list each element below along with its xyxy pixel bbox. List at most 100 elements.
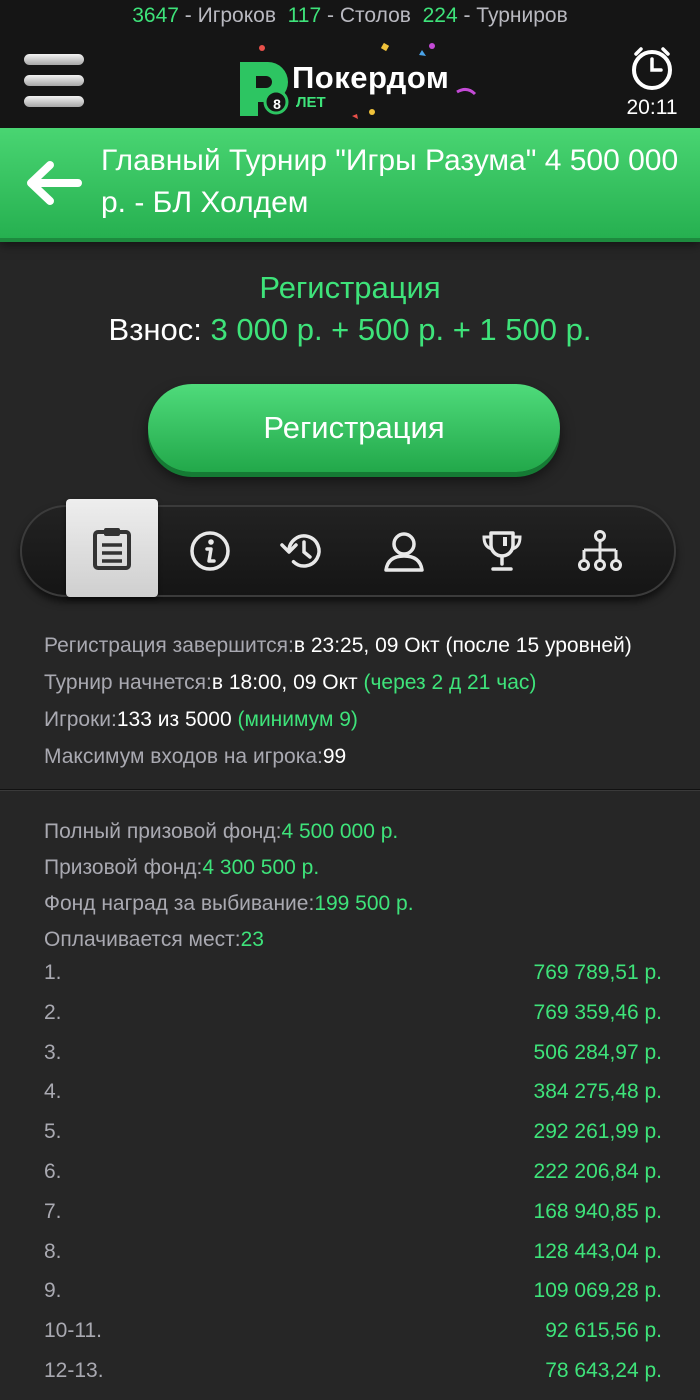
place-amount: 769 359,46 р.: [533, 1000, 662, 1024]
info-row-max-entries: Максимум входов на игрока:99: [44, 738, 684, 775]
info-icon: [190, 531, 230, 571]
players-label: - Игроков: [184, 4, 276, 27]
tab-bracket[interactable]: [554, 507, 646, 595]
tournament-title: Главный Турнир "Игры Разума" 4 500 000 р…: [101, 144, 679, 219]
list-item: 6. 222 206,84 р.: [44, 1156, 662, 1196]
place-position: 3.: [44, 1040, 62, 1064]
start-label: Турнир начнется:: [44, 671, 212, 694]
place-amount: 292 261,99 р.: [533, 1120, 662, 1144]
menu-icon: [24, 54, 84, 65]
app-header: Покердом 8 ЛЕТ 20:11: [0, 34, 700, 128]
place-position: 12-13.: [44, 1358, 104, 1382]
history-icon: [280, 534, 321, 568]
info-row-reg-ends: Регистрация завершится:в 23:25, 09 Окт (…: [44, 627, 684, 664]
bounty-label: Фонд наград за выбивание:: [44, 892, 315, 915]
tables-count: 117: [287, 4, 322, 27]
max-entries-value: 99: [322, 745, 347, 768]
prize-info: Полный призовой фонд:4 500 000 р. Призов…: [44, 814, 684, 958]
place-amount: 506 284,97 р.: [533, 1040, 662, 1064]
clipboard-icon: [93, 528, 131, 570]
info-row-start: Турнир начнется:в 18:00, 09 Окт (через 2…: [44, 664, 684, 701]
start-countdown: (через 2 д 21 час): [363, 671, 537, 694]
clock-time: 20:11: [626, 96, 678, 119]
list-item: 2. 769 359,46 р.: [44, 997, 662, 1037]
logo-years: ЛЕТ: [296, 94, 326, 111]
place-position: 1.: [44, 961, 62, 984]
list-item: 12-13. 78 643,24 р.: [44, 1355, 662, 1395]
logo-badge: 8: [273, 96, 281, 112]
prize-row-full: Полный призовой фонд:4 500 000 р.: [44, 814, 684, 850]
tournaments-label: - Турниров: [463, 4, 568, 27]
place-amount: 384 275,48 р.: [533, 1080, 662, 1104]
place-position: 10-11.: [44, 1319, 102, 1343]
players-count: 3647: [132, 4, 179, 27]
pool-label: Призовой фонд:: [44, 856, 203, 879]
paid-value: 23: [240, 928, 264, 951]
prize-row-pool: Призовой фонд:4 300 500 р.: [44, 850, 684, 886]
pool-value: 4 300 500 р.: [202, 856, 320, 879]
list-item: 1. 769 789,51 р.: [44, 957, 662, 997]
place-amount: 769 789,51 р.: [533, 961, 662, 984]
place-position: 2.: [44, 1000, 62, 1024]
buyin-line: Взнос: 3 000 р. + 500 р. + 1 500 р.: [0, 312, 700, 348]
tab-details[interactable]: [66, 499, 158, 597]
buyin-label: Взнос:: [108, 312, 202, 347]
tab-info[interactable]: [164, 507, 256, 595]
reg-ends-value: в 23:25, 09 Окт (после 15 уровней): [293, 634, 632, 657]
list-item: 10-11. 92 615,56 р.: [44, 1315, 662, 1355]
menu-icon-bar: [24, 96, 84, 107]
tournaments-count: 224: [422, 4, 458, 27]
menu-icon-bar: [24, 75, 84, 86]
paid-label: Оплачивается мест:: [44, 928, 241, 951]
tournament-title-bar: Главный Турнир "Игры Разума" 4 500 000 р…: [0, 128, 700, 238]
pokerdom-logo: Покердом 8 ЛЕТ: [232, 40, 482, 122]
place-amount: 92 615,56 р.: [545, 1319, 662, 1343]
place-position: 4.: [44, 1080, 62, 1104]
players-value: 133 из 5000: [116, 708, 232, 731]
clock: 20:11: [622, 44, 682, 124]
prize-row-bounty: Фонд наград за выбивание:199 500 р.: [44, 886, 684, 922]
menu-button[interactable]: [24, 52, 84, 108]
place-position: 9.: [44, 1279, 62, 1303]
list-item: 3. 506 284,97 р.: [44, 1037, 662, 1077]
place-amount: 168 940,85 р.: [533, 1199, 662, 1223]
arrow-left-icon: [27, 161, 82, 205]
max-entries-label: Максимум входов на игрока:: [44, 745, 323, 768]
place-position: 7.: [44, 1199, 62, 1223]
tab-prizes[interactable]: [456, 507, 548, 595]
register-button[interactable]: Регистрация: [148, 384, 560, 472]
full-pool-label: Полный призовой фонд:: [44, 820, 282, 843]
reg-ends-label: Регистрация завершится:: [44, 634, 294, 657]
player-icon: [384, 532, 424, 572]
trophy-icon: [482, 531, 522, 571]
tournament-tabs: [20, 499, 676, 597]
place-amount: 78 643,24 р.: [545, 1358, 662, 1382]
players-min: (минимум 9): [237, 708, 358, 731]
list-item: 4. 384 275,48 р.: [44, 1076, 662, 1116]
tab-players[interactable]: [358, 507, 450, 595]
info-row-players: Игроки:133 из 5000 (минимум 9): [44, 701, 684, 738]
full-pool-value: 4 500 000 р.: [281, 820, 399, 843]
back-button[interactable]: [22, 156, 84, 210]
place-amount: 128 443,04 р.: [533, 1239, 662, 1263]
tab-history[interactable]: [256, 507, 348, 595]
section-divider: [0, 789, 700, 791]
tables-label: - Столов: [327, 4, 411, 27]
players-label: Игроки:: [44, 708, 117, 731]
start-value: в 18:00, 09 Окт: [211, 671, 358, 694]
place-position: 5.: [44, 1120, 62, 1144]
payout-list: 1. 769 789,51 р. 2. 769 359,46 р. 3. 506 28…: [44, 957, 662, 1395]
logo-text: Покердом: [292, 60, 450, 95]
list-item: 8. 128 443,04 р.: [44, 1236, 662, 1276]
place-position: 8.: [44, 1239, 62, 1263]
clock-icon: [632, 47, 672, 90]
registration-status: Регистрация: [259, 270, 441, 305]
list-item: 7. 168 940,85 р.: [44, 1196, 662, 1236]
bracket-icon: [578, 530, 622, 571]
buyin-value: 3 000 р. + 500 р. + 1 500 р.: [210, 312, 592, 347]
place-position: 6.: [44, 1159, 62, 1183]
bounty-value: 199 500 р.: [314, 892, 414, 915]
place-amount: 109 069,28 р.: [533, 1279, 662, 1303]
prize-row-paid: Оплачивается мест:23: [44, 922, 684, 958]
list-item: 9. 109 069,28 р.: [44, 1275, 662, 1315]
